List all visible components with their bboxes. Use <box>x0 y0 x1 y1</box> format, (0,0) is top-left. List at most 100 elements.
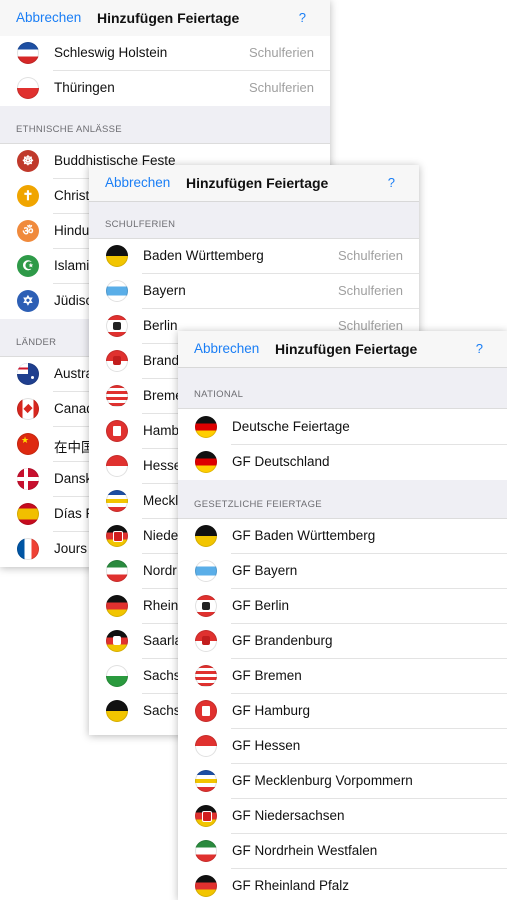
list-item-gf-nordrhein-westfalen[interactable]: GF Nordrhein Westfalen <box>178 834 507 869</box>
list-item-deutsche-feiertage[interactable]: Deutsche Feiertage <box>178 410 507 445</box>
list-item-detail: Schulferien <box>337 248 403 263</box>
nav-bar: Abbrechen Hinzufügen Feiertage ? <box>0 0 330 37</box>
list-item-label: Meckl <box>143 493 179 508</box>
list-item-label: Islami <box>54 258 90 273</box>
list-item-label: GF Mecklenburg Vorpommern <box>232 773 413 788</box>
nav-title: Hinzufügen Feiertage <box>186 175 329 191</box>
list-item-label: Jüdisc <box>54 293 93 308</box>
list-item-label: Berlin <box>143 318 178 333</box>
hessen-flag-icon <box>106 455 128 477</box>
hindu-om-icon: ॐ <box>17 220 39 242</box>
list-item-label: Hesse <box>143 458 182 473</box>
list-item-label: GF Berlin <box>232 598 290 613</box>
list-item-label: GF Deutschland <box>232 454 330 469</box>
cancel-button[interactable]: Abbrechen <box>16 10 81 25</box>
rheinland-pfalz-flag-icon <box>195 875 217 897</box>
list-item-label: Nordr <box>143 563 177 578</box>
cancel-button[interactable]: Abbrechen <box>105 175 170 190</box>
list-item-label: GF Hessen <box>232 738 301 753</box>
list-item-label: Breme <box>143 388 183 403</box>
germany-flag-icon <box>195 416 217 438</box>
list-item-detail: Schulferien <box>248 80 314 95</box>
saarland-flag-icon <box>106 630 128 652</box>
nav-bar: Abbrechen Hinzufügen Feiertage ? <box>89 165 419 202</box>
list-item-label: Canad <box>54 401 94 416</box>
list-item-schleswig-holstein[interactable]: Schleswig Holstein Schulferien <box>0 36 330 71</box>
schleswig-holstein-flag-icon <box>17 42 39 64</box>
nav-bar: Abbrechen Hinzufügen Feiertage ? <box>178 331 507 368</box>
niedersachsen-flag-icon <box>106 525 128 547</box>
list-item-gf-hamburg[interactable]: GF Hamburg <box>178 694 507 729</box>
list-item-label: Hamb <box>143 423 180 438</box>
list-item-detail: Schulferien <box>337 283 403 298</box>
jewish-star-icon: ✡ <box>17 290 39 312</box>
list-item-gf-rheinland-pfalz[interactable]: GF Rheinland Pfalz <box>178 869 507 900</box>
list-item-label: Bayern <box>143 283 186 298</box>
list-item-label: Thüringen <box>54 80 115 95</box>
berlin-flag-icon <box>106 315 128 337</box>
section-header-national: NATIONAL <box>178 368 507 409</box>
list-item-label: Schleswig Holstein <box>54 45 168 60</box>
list-item-gf-mecklenburg-vorpommern[interactable]: GF Mecklenburg Vorpommern <box>178 764 507 799</box>
bayern-flag-icon <box>195 560 217 582</box>
islam-crescent-icon: ☪ <box>17 255 39 277</box>
list-item-gf-bayern[interactable]: GF Bayern <box>178 554 507 589</box>
list-item-label: GF Brandenburg <box>232 633 333 648</box>
bayern-flag-icon <box>106 280 128 302</box>
hamburg-flag-icon <box>106 420 128 442</box>
nav-title: Hinzufügen Feiertage <box>97 10 240 26</box>
spain-flag-icon <box>17 503 39 525</box>
list-item-label: Austra <box>54 366 94 381</box>
holiday-picker-panel-front: Abbrechen Hinzufügen Feiertage ? NATIONA… <box>178 331 507 900</box>
list-item-label: GF Baden Württemberg <box>232 528 376 543</box>
list-item-gf-hessen[interactable]: GF Hessen <box>178 729 507 764</box>
list-item-label: GF Bremen <box>232 668 302 683</box>
list-item-detail: Schulferien <box>248 45 314 60</box>
list-item-gf-berlin[interactable]: GF Berlin <box>178 589 507 624</box>
canada-flag-icon <box>17 398 39 420</box>
list-item-gf-bremen[interactable]: GF Bremen <box>178 659 507 694</box>
sachsen-flag-icon <box>106 665 128 687</box>
list-item-label: GF Rheinland Pfalz <box>232 878 350 893</box>
list-item-label: Rhein <box>143 598 179 613</box>
baden-wuerttemberg-flag-icon <box>195 525 217 547</box>
baden-wuerttemberg-flag-icon <box>106 245 128 267</box>
section-header-ethnic: ETHNISCHE ANLÄSSE <box>0 106 330 144</box>
list-item-label: Días F <box>54 506 94 521</box>
list-item-label: Christ <box>54 188 90 203</box>
niedersachsen-flag-icon <box>195 805 217 827</box>
section-header-legal-holidays: GESETZLICHE FEIERTAGE <box>178 480 507 519</box>
list-item-label: Jours <box>54 541 88 556</box>
berlin-flag-icon <box>195 595 217 617</box>
help-button[interactable]: ? <box>299 10 306 25</box>
list-item-label: Sachs <box>143 668 181 683</box>
rheinland-pfalz-flag-icon <box>106 595 128 617</box>
list-item-label: Deutsche Feiertage <box>232 419 350 434</box>
cancel-button[interactable]: Abbrechen <box>194 341 259 356</box>
australia-flag-icon <box>17 363 39 385</box>
list-item-label: GF Nordrhein Westfalen <box>232 843 378 858</box>
list-item-bayern[interactable]: Bayern Schulferien <box>89 274 419 309</box>
list-item-gf-baden-wuerttemberg[interactable]: GF Baden Württemberg <box>178 519 507 554</box>
list-item-gf-brandenburg[interactable]: GF Brandenburg <box>178 624 507 659</box>
list-item-gf-niedersachsen[interactable]: GF Niedersachsen <box>178 799 507 834</box>
christian-cross-icon: ✝ <box>17 185 39 207</box>
list-item-thueringen[interactable]: Thüringen Schulferien <box>0 71 330 106</box>
germany-flag-icon <box>195 451 217 473</box>
thueringen-flag-icon <box>17 77 39 99</box>
list-item-gf-deutschland[interactable]: GF Deutschland <box>178 445 507 480</box>
hamburg-flag-icon <box>195 700 217 722</box>
list-item-label: GF Niedersachsen <box>232 808 345 823</box>
list-item-baden-wuerttemberg[interactable]: Baden Württemberg Schulferien <box>89 239 419 274</box>
list-item-label: Sachs <box>143 703 181 718</box>
brandenburg-flag-icon <box>195 630 217 652</box>
list-item-label: GF Hamburg <box>232 703 311 718</box>
help-button[interactable]: ? <box>388 175 395 190</box>
list-item-label: Saarla <box>143 633 183 648</box>
list-item-label: Niede <box>143 528 179 543</box>
bremen-flag-icon <box>195 665 217 687</box>
help-button[interactable]: ? <box>476 341 483 356</box>
sachsen-anhalt-flag-icon <box>106 700 128 722</box>
list-item-label: Brand <box>143 353 180 368</box>
nav-title: Hinzufügen Feiertage <box>275 341 418 357</box>
